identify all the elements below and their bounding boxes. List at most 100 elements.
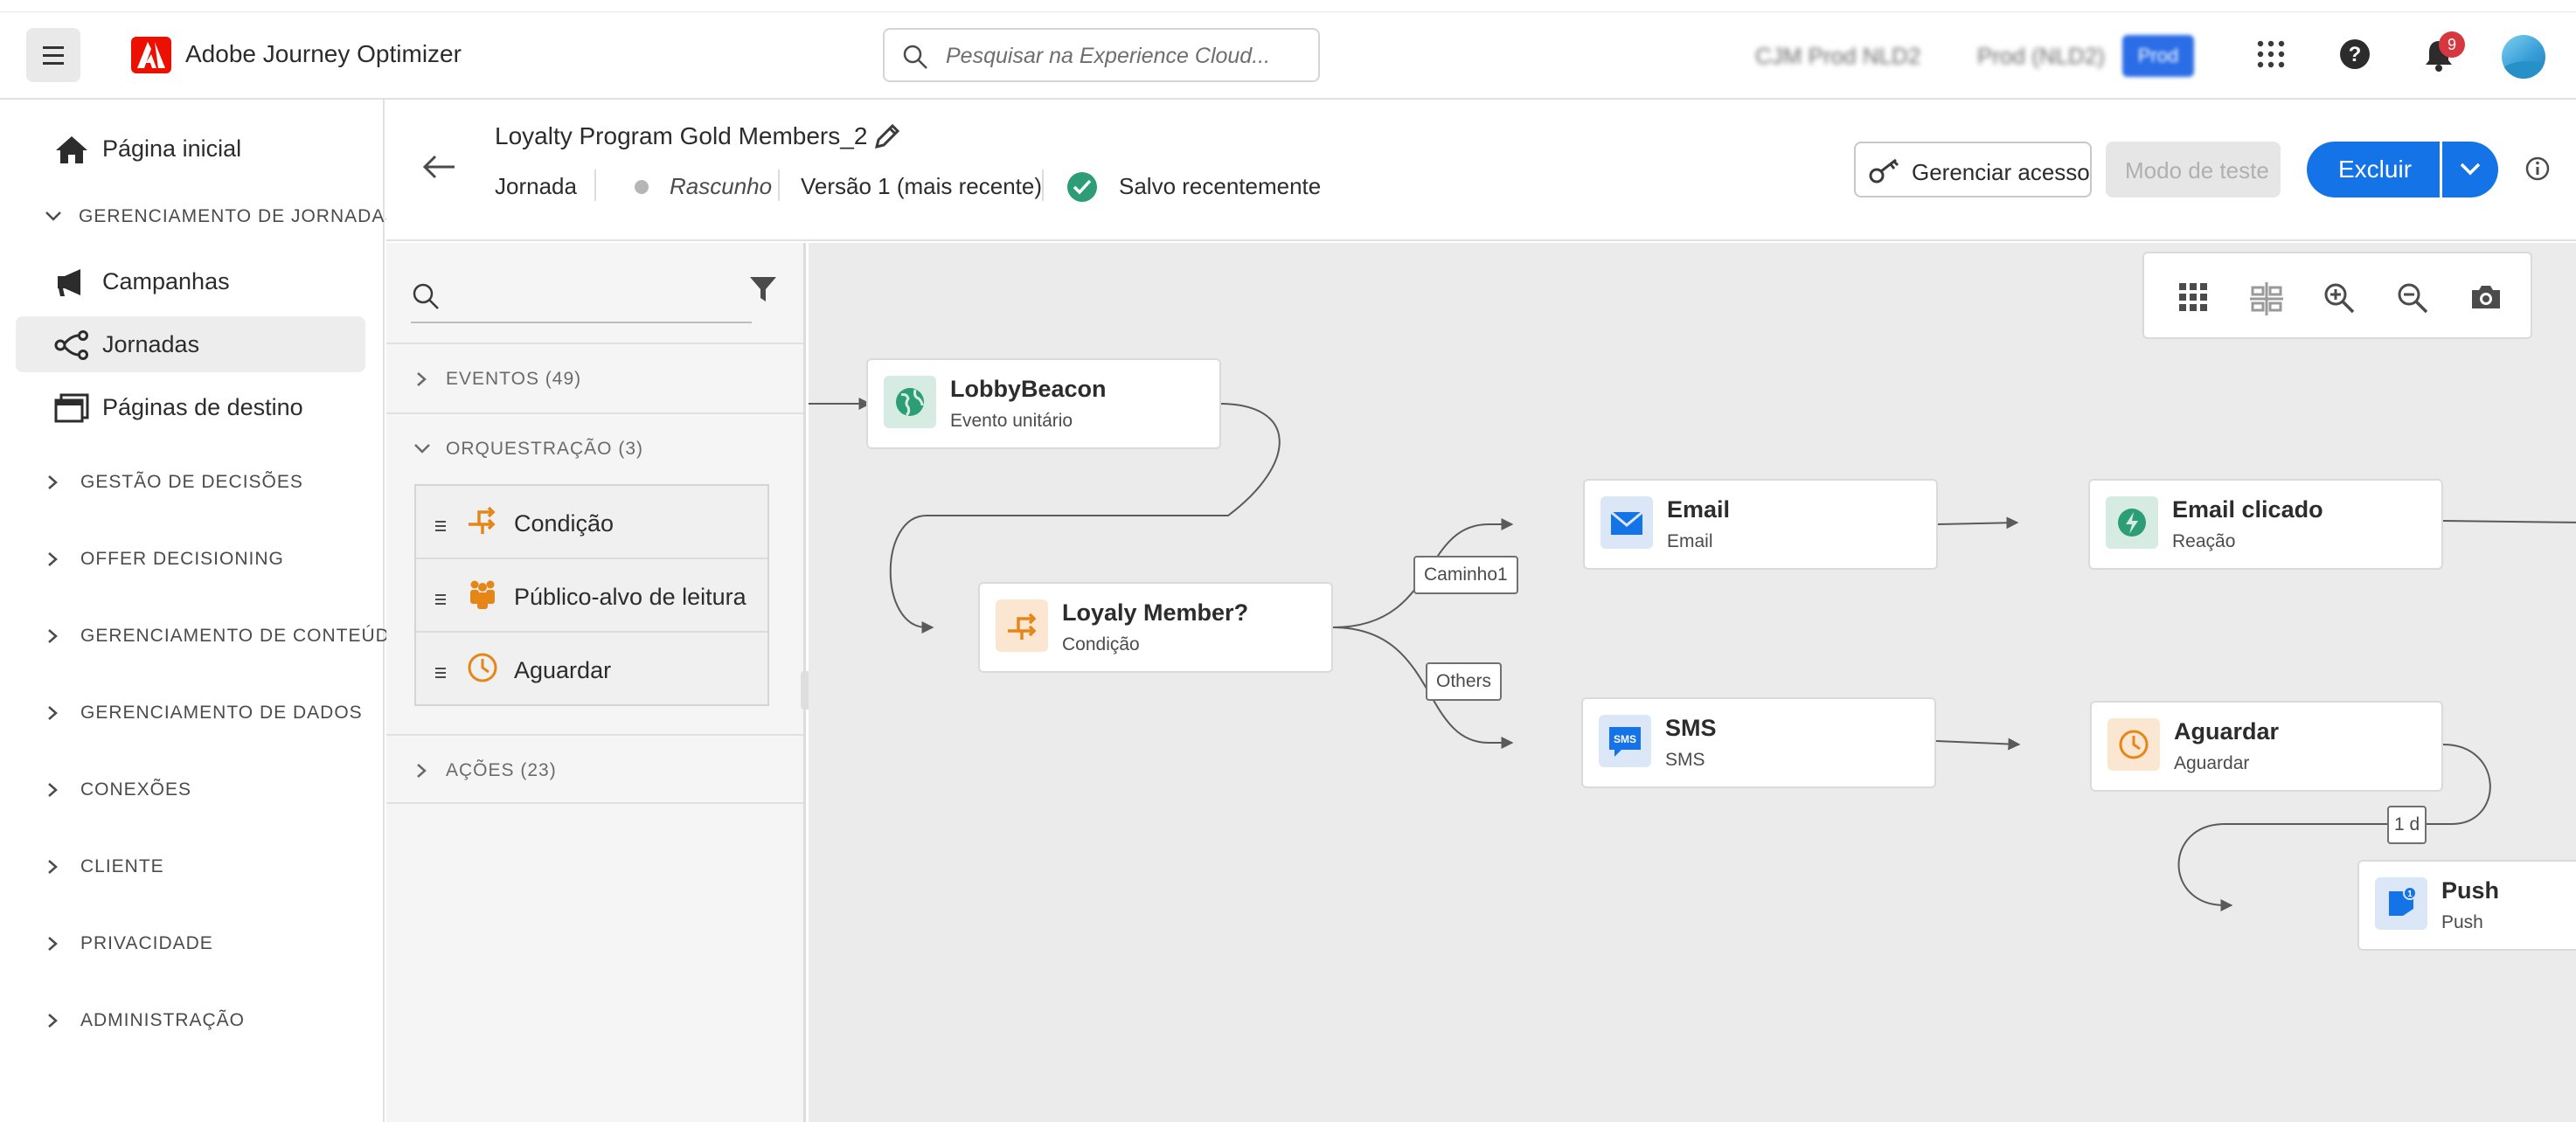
info-icon[interactable] [2524, 156, 2551, 182]
node-subtitle: Evento unitário [950, 411, 1073, 431]
node-subtitle: Email [1667, 531, 1713, 551]
palette-search-field[interactable] [411, 269, 752, 323]
grid-view-icon[interactable] [2177, 281, 2209, 313]
test-mode-button[interactable]: Modo de teste [2106, 142, 2281, 197]
environment-badge: Prod [2122, 35, 2194, 77]
palette-item-condition[interactable]: Condição [416, 486, 767, 559]
filter-icon[interactable] [748, 274, 778, 304]
push-notification-icon: 1 [2375, 877, 2427, 930]
app-title[interactable]: Adobe Journey Optimizer [185, 40, 462, 68]
clock-icon [468, 653, 497, 682]
nav-item-campaigns[interactable]: Campanhas [16, 253, 365, 309]
chevron-down-icon [414, 444, 430, 454]
nav-section-label: OFFER DECISIONING [80, 549, 284, 569]
svg-text:1: 1 [2407, 890, 2413, 899]
nav-item-label: Jornadas [102, 330, 200, 357]
node-push-action[interactable]: 1 Push Push [2357, 860, 2576, 951]
node-lobby-beacon[interactable]: LobbyBeacon Evento unitário [866, 358, 1221, 449]
drag-handle-icon[interactable] [435, 521, 446, 534]
chevron-down-icon [2460, 163, 2481, 176]
nav-section-label: CONEXÕES [80, 779, 192, 800]
drag-handle-icon[interactable] [435, 668, 446, 681]
auto-arrange-icon[interactable] [2249, 281, 2284, 316]
node-subtitle: Condição [1062, 634, 1140, 654]
node-title: Aguardar [2174, 718, 2280, 745]
journey-type: Jornada [495, 173, 577, 199]
divider [1042, 170, 1044, 201]
camera-screenshot-icon[interactable] [2469, 281, 2503, 313]
palette-category-orchestration[interactable]: ORQUESTRAÇÃO (3) [386, 412, 803, 482]
node-subtitle: SMS [1665, 750, 1705, 770]
node-title: Email [1667, 496, 1731, 523]
nav-item-journeys[interactable]: Jornadas [16, 316, 365, 372]
delete-button[interactable]: Excluir [2307, 142, 2440, 197]
journey-header: Loyalty Program Gold Members_2 Jornada R… [386, 101, 2576, 241]
back-arrow-icon[interactable] [421, 154, 456, 180]
palette-category-label: EVENTOS (49) [446, 369, 582, 389]
reaction-bolt-icon [2106, 496, 2158, 549]
palette-item-read-audience[interactable]: Público-alvo de leitura [416, 559, 767, 633]
notification-count-badge: 9 [2439, 31, 2465, 58]
megaphone-icon [58, 269, 80, 296]
divider [778, 170, 780, 201]
orchestration-list: Condição Público-alvo de leitura Aguarda… [414, 484, 769, 706]
menu-toggle-button[interactable] [26, 28, 80, 82]
sandbox-switcher[interactable]: Prod (NLD2) [1977, 43, 2105, 70]
help-icon[interactable]: ? [2339, 38, 2371, 70]
palette-category-events[interactable]: EVENTOS (49) [386, 343, 803, 412]
canvas-toolbar [2142, 252, 2532, 339]
user-avatar[interactable] [2502, 35, 2545, 79]
audience-icon [470, 580, 495, 609]
journey-icon [54, 330, 88, 360]
svg-text:?: ? [2349, 43, 2362, 66]
condition-icon [469, 506, 496, 534]
nav-item-label: Página inicial [102, 135, 242, 162]
chevron-right-icon [417, 764, 427, 778]
nav-item-landing-pages[interactable]: Páginas de destino [16, 379, 365, 435]
nav-item-home[interactable]: Página inicial [16, 121, 365, 177]
node-title: Push [2441, 877, 2500, 904]
status-dot [635, 180, 649, 194]
top-bar: Adobe Journey Optimizer CJM Prod NLD2 Pr… [0, 12, 2576, 100]
drag-handle-icon[interactable] [435, 594, 446, 607]
edge-label-wait-duration[interactable]: 1 d [2387, 806, 2427, 844]
palette-category-actions[interactable]: AÇÕES (23) [386, 734, 803, 804]
zoom-in-icon[interactable] [2323, 281, 2356, 315]
checkmark-circle-icon [1067, 172, 1097, 202]
pencil-edit-icon[interactable] [871, 121, 903, 152]
zoom-out-icon[interactable] [2396, 281, 2429, 315]
activity-palette: EVENTOS (49) ORQUESTRAÇÃO (3) Condição P… [386, 243, 806, 1122]
apps-grid-icon[interactable] [2255, 38, 2287, 70]
node-loyalty-member-condition[interactable]: Loyaly Member? Condição [978, 582, 1333, 673]
edge-label-others[interactable]: Others [1426, 662, 1503, 701]
manage-access-button[interactable]: Gerenciar acesso [1854, 142, 2092, 197]
experience-cloud-search[interactable] [883, 28, 1320, 82]
journey-canvas[interactable]: Caminho1 Others 1 d LobbyBeacon Evento u… [809, 243, 2576, 1122]
palette-item-wait[interactable]: Aguardar [416, 633, 767, 706]
left-navigation: Página inicial GERENCIAMENTO DE JORNADAS… [0, 100, 404, 1122]
node-subtitle: Reação [2172, 531, 2236, 551]
node-email-clicked-reaction[interactable]: Email clicado Reação [2088, 479, 2443, 570]
edge-label-path1[interactable]: Caminho1 [1413, 556, 1518, 594]
node-sms-action[interactable]: SMS SMS SMS [1581, 697, 1936, 788]
node-subtitle: Push [2441, 912, 2483, 932]
palette-item-label: Condição [514, 510, 614, 537]
edge-click-out [2442, 520, 2576, 523]
svg-text:SMS: SMS [1614, 733, 1636, 745]
nav-section-label: ADMINISTRAÇÃO [80, 1010, 246, 1030]
test-mode-label: Modo de teste [2125, 157, 2269, 184]
nav-section-label: CLIENTE [80, 856, 164, 876]
chevron-right-icon [48, 706, 58, 720]
node-email-action[interactable]: Email Email [1583, 479, 1938, 570]
delete-options-dropdown[interactable] [2442, 142, 2498, 197]
home-icon [56, 136, 87, 163]
manage-access-label: Gerenciar acesso [1912, 159, 2090, 185]
search-input[interactable] [946, 42, 1295, 70]
edge-sms-to-wait [1935, 738, 2021, 751]
org-switcher[interactable]: CJM Prod NLD2 [1755, 43, 1920, 70]
node-wait[interactable]: Aguardar Aguardar [2090, 701, 2443, 792]
adobe-logo-icon [131, 37, 171, 73]
key-icon [1869, 158, 1899, 184]
palette-item-label: Público-alvo de leitura [514, 584, 746, 610]
chevron-right-icon [48, 1014, 58, 1028]
